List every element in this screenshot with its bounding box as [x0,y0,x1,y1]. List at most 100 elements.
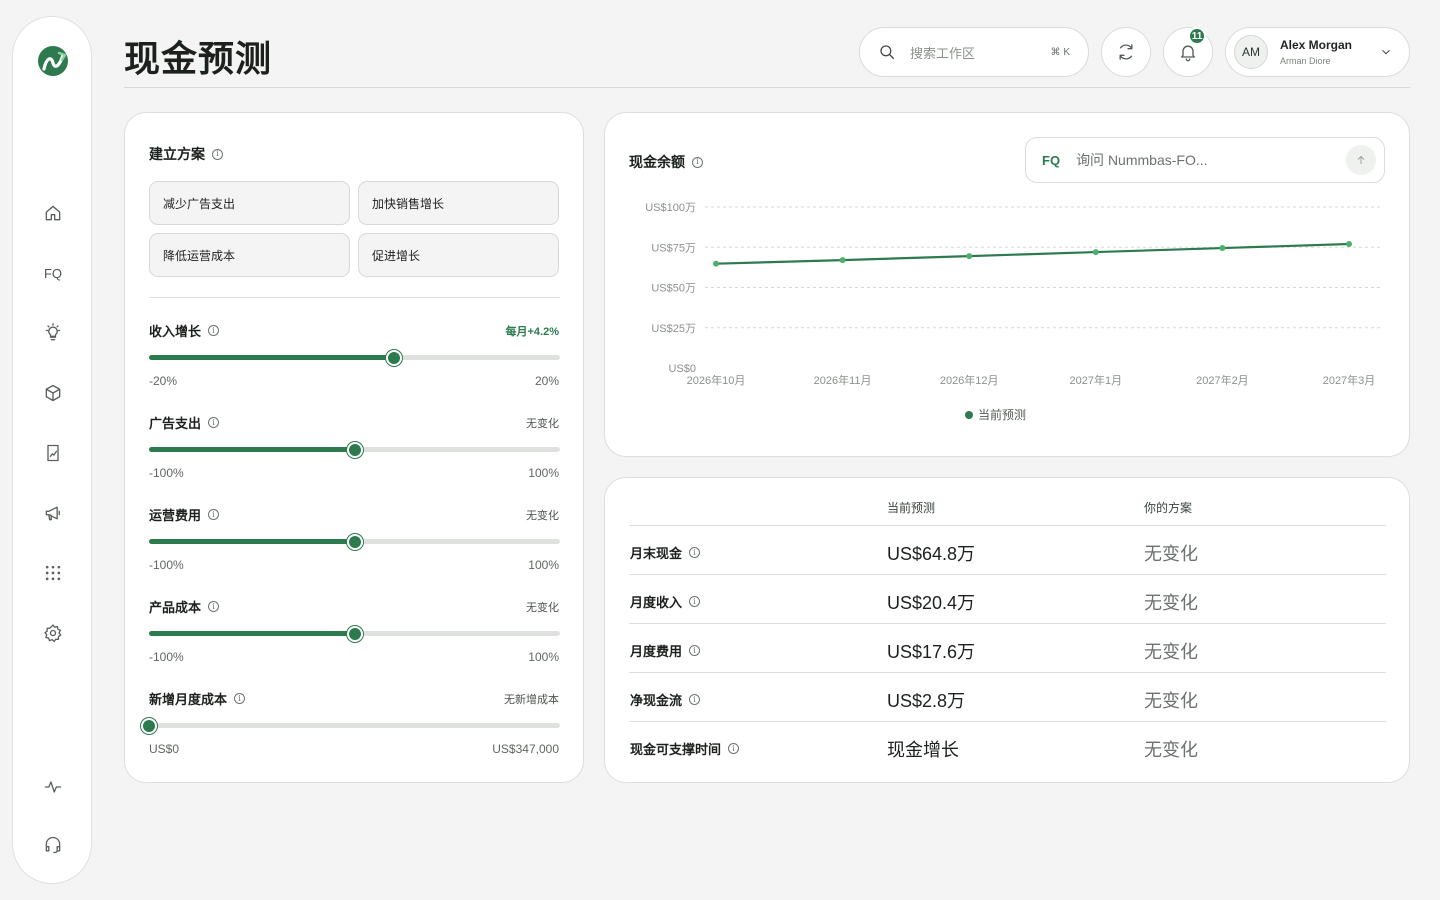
search-input[interactable]: 搜索工作区 [910,43,1051,62]
info-icon[interactable]: i [689,645,701,656]
logo[interactable] [35,43,71,79]
slider-track[interactable] [149,533,560,550]
header-divider [124,87,1410,88]
search-bar[interactable]: 搜索工作区 ⌘ K [859,27,1089,77]
info-icon[interactable]: i [208,601,220,612]
series-line [715,242,1350,265]
row-label: 现金可支撑时间 i [630,739,740,758]
info-icon[interactable]: i [692,156,703,168]
home-icon[interactable] [39,199,67,227]
info-icon[interactable]: i [689,694,701,705]
megaphone-icon[interactable] [39,499,67,527]
preset-boost-growth-button[interactable]: 促进增长 [358,233,559,277]
column-header-current: 当前预测 [887,501,936,515]
preset-lower-opex-button[interactable]: 降低运营成本 [149,233,350,277]
table-row: 月末现金 i US$64.8万 无变化 [629,525,1386,574]
info-icon[interactable]: i [689,596,701,607]
data-point [966,253,973,260]
scenario-panel: 建立方案 i 减少广告支出 加快销售增长 降低运营成本 促进增长 收入增长 i … [124,112,584,783]
slider-min-label: -100% [149,650,184,664]
slider-track[interactable] [149,349,560,366]
slider-thumb[interactable] [347,441,363,458]
info-icon[interactable]: i [234,693,246,704]
row-label: 月度费用 i [630,641,701,660]
row-label-text: 月度收入 [630,595,683,610]
slider-thumb[interactable] [347,625,363,642]
ask-assistant-bar[interactable]: FQ 询问 Nummbas-FO... [1025,137,1385,183]
slider-track[interactable] [149,441,560,458]
headset-icon[interactable] [39,831,67,859]
row-label: 净现金流 i [630,690,701,709]
cash-balance-title-text: 现金余额 [629,154,685,170]
data-point [1219,245,1226,252]
page-title: 现金预测 [124,38,273,79]
info-icon[interactable]: i [728,743,740,754]
lightbulb-icon[interactable] [39,319,67,347]
send-button[interactable] [1346,145,1376,175]
info-icon[interactable]: i [208,325,220,336]
grid-dots-icon[interactable] [39,559,67,587]
slider-label-text: 新增月度成本 [149,692,228,707]
x-tick-label: 2026年12月 [940,373,999,387]
y-tick-label: US$50万 [651,283,696,295]
fq-icon: FQ [1042,152,1061,168]
refresh-button[interactable] [1101,27,1151,77]
cash-balance-panel: 现金余额 i FQ 询问 Nummbas-FO... US$0 US$25万 US$… [604,112,1410,457]
fq-glyph: FQ [43,265,63,281]
fq-icon[interactable]: FQ [39,259,67,287]
data-point [713,260,719,267]
slider-track[interactable] [149,625,560,642]
slider-status: 无变化 [526,418,559,430]
slider-label: 新增月度成本 i [149,689,246,708]
info-icon[interactable]: i [689,547,701,558]
current-forecast-value: US$17.6万 [887,642,976,662]
slider-max-label: 100% [528,466,559,480]
slider-fill [149,447,355,452]
cash-balance-title: 现金余额 i [629,152,703,172]
info-icon[interactable]: i [208,417,220,428]
slider-max-label: 100% [528,650,559,664]
x-tick-label: 2027年3月 [1323,373,1376,387]
legend-label: 当前预测 [978,407,1026,422]
cube-icon[interactable] [39,379,67,407]
slider-fill [149,539,355,544]
info-icon[interactable]: i [212,148,223,160]
data-point [1092,249,1099,256]
comparison-table: 当前预测 你的方案 月末现金 i US$64.8万 无变化 月度收入 i US$… [604,477,1410,783]
preset-reduce-ad-spend-button[interactable]: 减少广告支出 [149,181,350,225]
legend-marker [965,411,973,419]
table-row: 月度费用 i US$17.6万 无变化 [629,623,1386,672]
row-label: 月度收入 i [630,592,701,611]
document-chart-icon[interactable] [39,439,67,467]
slider-thumb[interactable] [386,349,402,366]
slider-max-label: 100% [528,558,559,572]
slider-label: 运营费用 i [149,505,220,524]
slider-thumb[interactable] [347,533,363,550]
slider-thumb[interactable] [141,717,157,734]
ask-input[interactable]: 询问 Nummbas-FO... [1076,150,1346,170]
slider-track[interactable] [141,717,560,734]
slider-status: 无变化 [526,602,559,614]
cash-balance-chart: US$0 US$25万 US$50万 US$75万 US$100万 2026年10月 202… [645,202,1380,422]
slider-status: 无变化 [526,510,559,522]
notifications-button[interactable]: 11 [1163,27,1213,77]
slider-label-text: 广告支出 [149,416,202,431]
gear-icon[interactable] [39,619,67,647]
y-tick-label: US$0 [668,363,696,375]
slider-min-label: -100% [149,466,184,480]
y-tick-label: US$25万 [651,323,696,335]
table-row: 净现金流 i US$2.8万 无变化 [629,672,1386,721]
activity-pulse-icon[interactable] [39,773,67,801]
x-tick-label: 2027年1月 [1070,373,1123,387]
slider-label-text: 收入增长 [149,324,202,339]
x-tick-label: 2026年11月 [814,373,872,387]
arrow-up-icon [1357,155,1365,164]
user-name: Alex Morgan [1280,38,1353,52]
preset-accelerate-sales-button[interactable]: 加快销售增长 [358,181,559,225]
user-menu[interactable]: AM Alex Morgan Arman Diore [1225,27,1410,77]
info-icon[interactable]: i [208,509,220,520]
column-header-scenario: 你的方案 [1144,501,1193,515]
x-tick-label: 2026年10月 [687,373,746,387]
current-forecast-value: US$2.8万 [887,691,966,711]
row-label-text: 净现金流 [630,693,683,708]
